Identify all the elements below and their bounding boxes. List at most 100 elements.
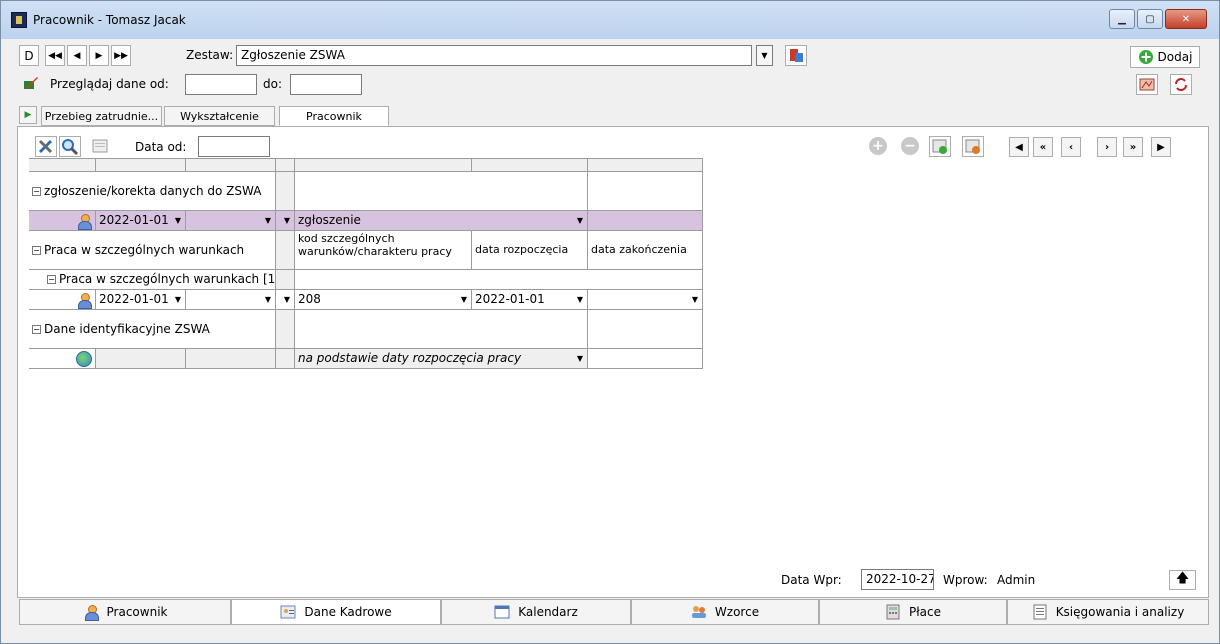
calendar-icon — [494, 605, 510, 619]
pager-first-button[interactable]: ◀ — [1009, 137, 1029, 157]
przegladaj-do-label: do: — [263, 77, 283, 91]
date-from-field[interactable] — [198, 136, 270, 157]
row3-value-dropdown[interactable]: na podstawie daty rozpoczęcia pracy ▼ — [295, 349, 588, 369]
import-icon[interactable] — [962, 136, 984, 157]
bottom-tab-ksiegowania[interactable]: Księgowania i analizy — [1007, 599, 1209, 625]
col-header-kod: kod szczególnych warunków/charakteru pra… — [295, 231, 472, 270]
nav-prev-button[interactable]: ◀ — [67, 45, 87, 66]
collapse-icon[interactable]: − — [32, 325, 41, 334]
dropdown-arrow-icon[interactable]: ▼ — [577, 354, 583, 363]
row1-marker-dropdown[interactable]: ▼ — [276, 211, 295, 231]
remove-row-icon[interactable]: − — [901, 137, 919, 155]
dropdown-arrow-icon[interactable]: ▼ — [284, 216, 290, 225]
collapse-icon[interactable]: − — [32, 187, 41, 196]
calculator-icon — [886, 604, 900, 620]
zestaw-field[interactable]: Zgłoszenie ZSWA — [236, 45, 752, 66]
tab-przebieg[interactable]: Przebieg zatrudnie... — [41, 106, 162, 126]
bottom-tab-dane-kadrowe[interactable]: Dane Kadrowe — [231, 599, 441, 625]
window-title: Pracownik - Tomasz Jacak — [33, 13, 186, 27]
row1-empty-cell — [588, 211, 703, 231]
pager-next-page-button[interactable]: » — [1123, 137, 1143, 157]
pager-next-button[interactable]: › — [1097, 137, 1117, 157]
export-icon[interactable] — [929, 136, 951, 157]
collapse-icon[interactable]: − — [47, 275, 56, 284]
pager-last-button[interactable]: ▶ — [1151, 137, 1171, 157]
bottom-tab-pracownik[interactable]: Pracownik — [19, 599, 231, 625]
id-card-icon — [280, 605, 296, 619]
nav-next-button[interactable]: ▶ — [89, 45, 109, 66]
add-row-icon[interactable]: + — [869, 137, 887, 155]
row2-code-dropdown[interactable]: 208 ▼ — [295, 290, 472, 310]
grid-header-cell — [276, 158, 295, 172]
tabs-expand-button[interactable]: ▶ — [19, 106, 37, 124]
group-zswa-zgloszenie[interactable]: − zgłoszenie/korekta danych do ZSWA — [29, 172, 276, 211]
zestaw-label: Zestaw: — [186, 48, 234, 62]
group-praca-szczegolne[interactable]: − Praca w szczególnych warunkach — [29, 231, 276, 270]
bottom-tab-wzorce[interactable]: Wzorce — [631, 599, 819, 625]
pager-prev-button[interactable]: ‹ — [1061, 137, 1081, 157]
zestaw-settings-icon[interactable] — [785, 45, 807, 66]
minimize-button[interactable]: ▁ — [1109, 9, 1135, 29]
dropdown-arrow-icon[interactable]: ▼ — [577, 295, 583, 304]
row1-date-cell[interactable]: 2022-01-01 ▼ — [96, 211, 186, 231]
dropdown-arrow-icon[interactable]: ▼ — [461, 295, 467, 304]
record-first-d-button[interactable]: D — [19, 45, 39, 66]
row1-tree-cell — [29, 211, 96, 231]
przegladaj-to-field[interactable] — [290, 74, 362, 95]
row2-start-dropdown[interactable]: 2022-01-01 ▼ — [472, 290, 588, 310]
data-wpr-field[interactable]: 2022-10-27 — [861, 569, 934, 590]
bottom-tab-place-label: Płace — [909, 605, 941, 619]
group-zswa-label: zgłoszenie/korekta danych do ZSWA — [44, 184, 262, 198]
row2-marker-dropdown[interactable]: ▼ — [276, 290, 295, 310]
dropdown-arrow-icon[interactable]: ▼ — [175, 295, 181, 304]
grid-spacer — [276, 172, 295, 211]
row3-value: na podstawie daty rozpoczęcia pracy — [298, 351, 522, 365]
group-dane-identyfikacyjne[interactable]: − Dane identyfikacyjne ZSWA — [29, 310, 276, 349]
collapse-icon[interactable]: − — [32, 246, 41, 255]
nav-first-label: ◀◀ — [48, 50, 62, 61]
nav-first-button[interactable]: ◀◀ — [45, 45, 65, 66]
edit-pencil-icon[interactable] — [23, 75, 39, 91]
bottom-tab-dane-kadrowe-label: Dane Kadrowe — [304, 605, 392, 619]
search-icon[interactable] — [59, 136, 81, 157]
group-dane-label: Dane identyfikacyjne ZSWA — [44, 322, 210, 336]
close-button[interactable]: ✕ — [1165, 9, 1207, 29]
calendar-icon[interactable] — [90, 137, 112, 158]
dropdown-arrow-icon[interactable]: ▼ — [265, 216, 271, 225]
maximize-button[interactable]: ▢ — [1137, 9, 1163, 29]
row2-tree-cell — [29, 290, 96, 310]
row3-disabled-cell — [96, 349, 186, 369]
scroll-up-button[interactable]: 🡅 — [1169, 570, 1196, 590]
dropdown-arrow-icon[interactable]: ▼ — [692, 295, 698, 304]
grid-empty-cell — [295, 172, 588, 211]
subgroup-praca-1[interactable]: − Praca w szczególnych warunkach [1] — [29, 270, 276, 290]
add-button-label: Dodaj — [1157, 50, 1193, 64]
row2-date-cell[interactable]: 2022-01-01 ▼ — [96, 290, 186, 310]
report-icon[interactable] — [1136, 74, 1158, 95]
row2-start-value: 2022-01-01 — [475, 292, 545, 306]
tab-wyksztalcenie[interactable]: Wykształcenie — [164, 106, 275, 126]
row2-end-dropdown[interactable]: ▼ — [588, 290, 703, 310]
pager-first-label: ◀ — [1015, 141, 1023, 153]
nav-prev-label: ◀ — [73, 50, 81, 61]
przegladaj-from-field[interactable] — [185, 74, 257, 95]
pager-prev-label: ‹ — [1068, 141, 1074, 153]
bottom-tab-kalendarz[interactable]: Kalendarz — [441, 599, 631, 625]
dropdown-arrow-icon[interactable]: ▼ — [284, 295, 290, 304]
pager-prev-page-button[interactable]: « — [1033, 137, 1053, 157]
nav-last-button[interactable]: ▶▶ — [111, 45, 131, 66]
row1-empty-dropdown[interactable]: ▼ — [186, 211, 276, 231]
dropdown-arrow-icon[interactable]: ▼ — [265, 295, 271, 304]
add-button[interactable]: Dodaj — [1130, 46, 1200, 68]
zestaw-dropdown-arrow[interactable]: ▼ — [756, 45, 773, 66]
przegladaj-label: Przeglądaj dane od: — [50, 77, 169, 91]
row2-empty-dropdown[interactable]: ▼ — [186, 290, 276, 310]
pager-next-label: › — [1104, 141, 1110, 153]
tab-pracownik[interactable]: Pracownik — [279, 106, 389, 126]
refresh-icon[interactable] — [1170, 74, 1192, 95]
bottom-tab-place[interactable]: Płace — [819, 599, 1007, 625]
dropdown-arrow-icon[interactable]: ▼ — [175, 216, 181, 225]
tools-icon[interactable] — [35, 136, 57, 157]
dropdown-arrow-icon[interactable]: ▼ — [577, 216, 583, 225]
row1-value-dropdown[interactable]: zgłoszenie ▼ — [295, 211, 588, 231]
